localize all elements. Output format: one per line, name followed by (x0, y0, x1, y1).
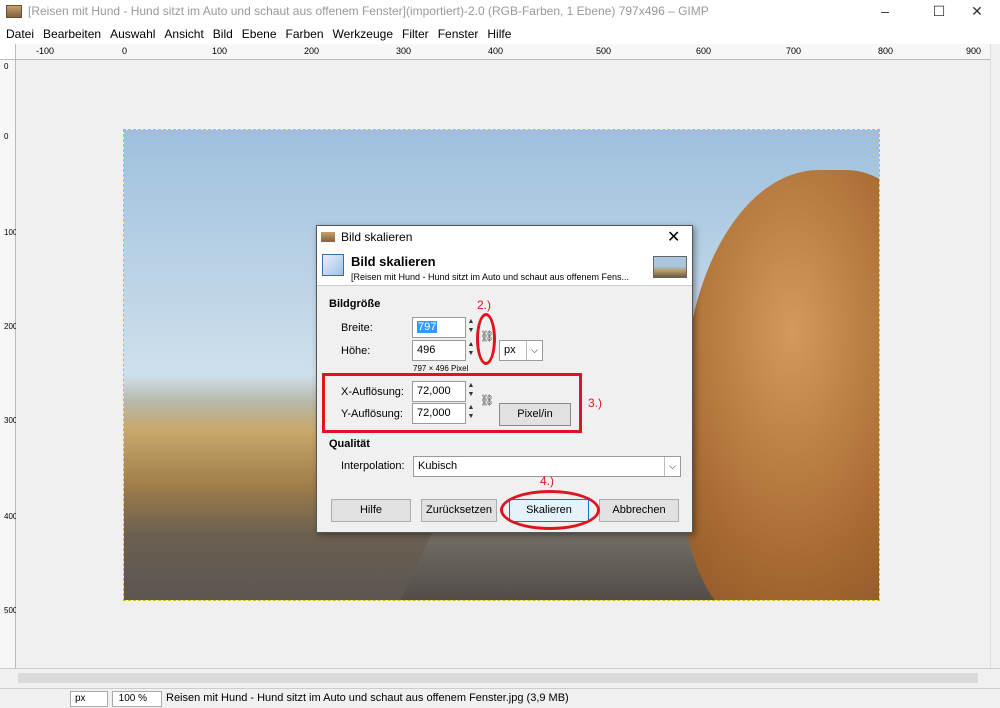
dialog-header-subtitle: [Reisen mit Hund - Hund sitzt im Auto un… (351, 272, 629, 282)
cancel-button[interactable]: Abbrechen (599, 499, 679, 522)
annotation-label-2: 2.) (477, 298, 492, 312)
dialog-title: Bild skalieren (341, 230, 413, 244)
height-label: Höhe: (341, 345, 371, 357)
horizontal-scrollbar[interactable] (0, 668, 1000, 688)
status-bar: px 100 % Reisen mit Hund - Hund sitzt im… (0, 688, 1000, 708)
ruler-tick: 700 (786, 46, 802, 56)
menu-ebene[interactable]: Ebene (236, 24, 280, 41)
width-input[interactable]: 797 (412, 317, 466, 338)
dialog-header-title: Bild skalieren (351, 254, 436, 269)
zoom-select[interactable]: 100 % (112, 691, 162, 707)
menu-filter[interactable]: Filter (396, 24, 432, 41)
unit-select[interactable]: px (70, 691, 108, 707)
image-thumbnail (653, 256, 687, 278)
chevron-down-icon: ⌵ (664, 457, 680, 476)
ruler-tick: 200 (304, 46, 320, 56)
dialog-header: Bild skalieren [Reisen mit Hund - Hund s… (317, 248, 692, 286)
section-quality: Qualität (329, 438, 370, 450)
interpolation-label: Interpolation: (341, 460, 405, 472)
ruler-tick: 100 (212, 46, 228, 56)
ruler-tick: -100 (36, 46, 55, 56)
status-message: Reisen mit Hund - Hund sitzt im Auto und… (166, 692, 569, 704)
window-title: [Reisen mit Hund - Hund sitzt im Auto un… (28, 4, 709, 18)
width-spinner[interactable]: ▲ ▼ (466, 317, 476, 338)
ruler-tick: 900 (966, 46, 982, 56)
reset-button[interactable]: Zurücksetzen (421, 499, 497, 522)
vertical-scrollbar[interactable] (990, 44, 1000, 668)
ruler-tick: 600 (696, 46, 712, 56)
height-input[interactable]: 496 (412, 340, 466, 361)
gimp-app-icon (6, 5, 22, 18)
annotation-rect-resolution (322, 373, 582, 433)
menu-werkzeuge[interactable]: Werkzeuge (327, 24, 396, 41)
height-spinner[interactable]: ▲ ▼ (466, 340, 476, 361)
vertical-ruler[interactable]: 0 0 100 200 300 400 500 (0, 60, 17, 668)
help-button[interactable]: Hilfe (331, 499, 411, 522)
annotation-ellipse-scale (500, 490, 600, 530)
ruler-corner[interactable] (0, 44, 16, 60)
ruler-tick: 0 (122, 46, 128, 56)
menu-datei[interactable]: Datei (0, 24, 37, 41)
horizontal-ruler[interactable]: -100 0 100 200 300 400 500 600 700 800 9… (16, 44, 990, 60)
ruler-tick: 0 (4, 132, 9, 141)
menu-auswahl[interactable]: Auswahl (104, 24, 158, 41)
ruler-tick: 500 (596, 46, 612, 56)
minimize-button[interactable]: – (862, 0, 908, 24)
size-unit-value: px (504, 344, 516, 356)
menu-fenster[interactable]: Fenster (432, 24, 482, 41)
interpolation-value: Kubisch (418, 460, 458, 472)
width-value: 797 (417, 321, 438, 333)
annotation-ellipse-chain (476, 313, 496, 365)
chevron-down-icon: ⌵ (526, 341, 542, 360)
pixel-size-info: 797 × 496 Pixel (413, 364, 469, 373)
width-label: Breite: (341, 322, 373, 334)
dog-shape (684, 170, 879, 600)
menu-ansicht[interactable]: Ansicht (158, 24, 206, 41)
ruler-tick: 0 (4, 62, 9, 71)
scrollbar-track[interactable] (18, 673, 978, 683)
menu-bearbeiten[interactable]: Bearbeiten (37, 24, 104, 41)
ruler-tick: 400 (488, 46, 504, 56)
menu-bild[interactable]: Bild (207, 24, 236, 41)
dialog-title-bar: Bild skalieren ✕ (317, 226, 692, 248)
size-unit-select[interactable]: px ⌵ (499, 340, 543, 361)
dialog-close-button[interactable]: ✕ (667, 227, 680, 247)
scale-icon (322, 254, 344, 276)
section-image-size: Bildgröße (329, 298, 381, 310)
dialog-app-icon (321, 232, 335, 242)
annotation-label-4: 4.) (540, 474, 555, 488)
menu-hilfe[interactable]: Hilfe (481, 24, 514, 41)
title-bar: [Reisen mit Hund - Hund sitzt im Auto un… (0, 0, 1000, 24)
annotation-label-3: 3.) (588, 396, 603, 410)
menu-bar: Datei Bearbeiten Auswahl Ansicht Bild Ebene Fa… (0, 24, 1000, 44)
menu-farben[interactable]: Farben (280, 24, 327, 41)
close-button[interactable]: ✕ (954, 0, 1000, 24)
ruler-tick: 300 (396, 46, 412, 56)
ruler-tick: 800 (878, 46, 894, 56)
